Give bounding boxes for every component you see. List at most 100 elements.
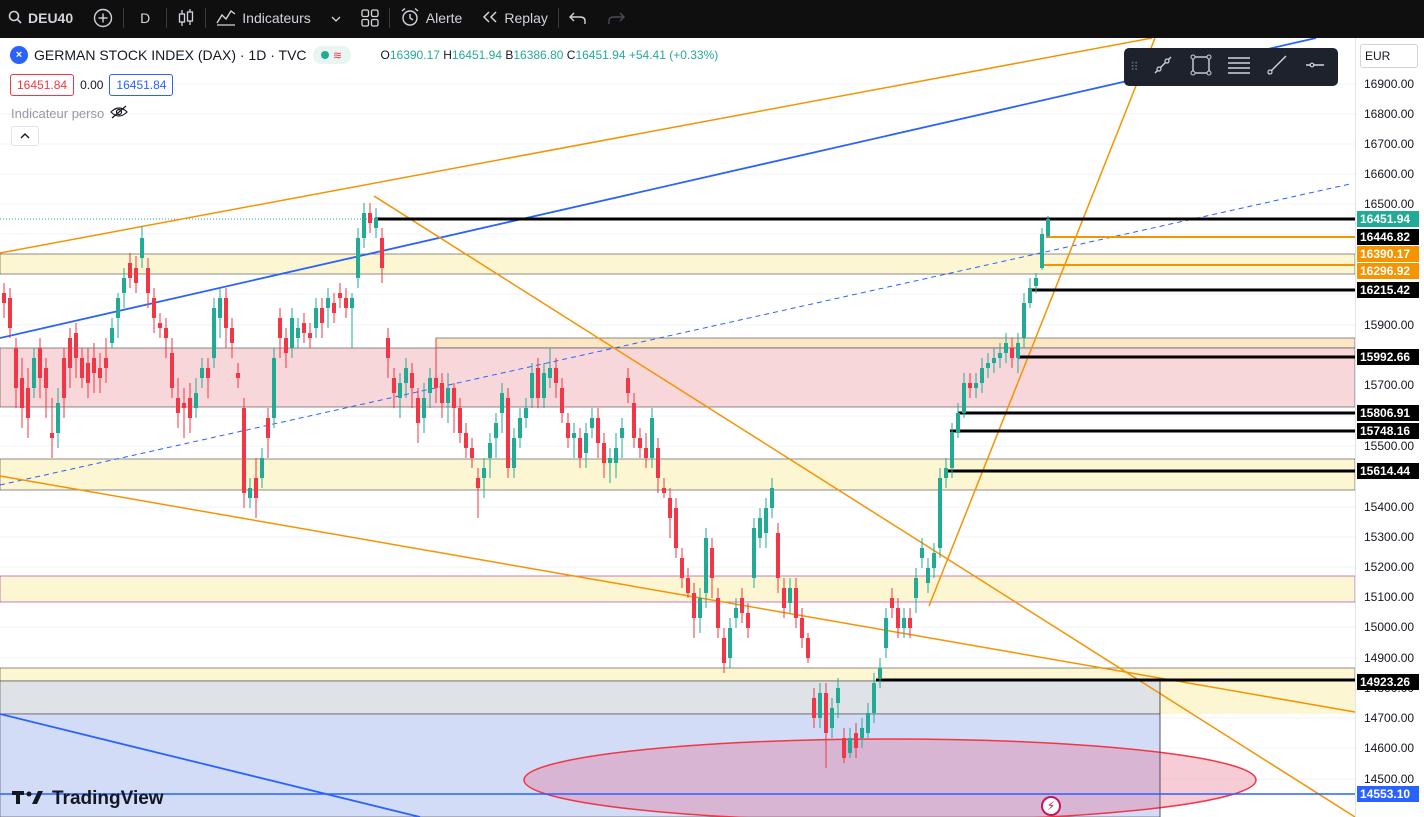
chevron-down-icon [331, 10, 341, 26]
tradingview-watermark[interactable]: TradingView [12, 788, 164, 810]
layouts-button[interactable] [351, 0, 389, 36]
candle-body [404, 368, 408, 383]
close-symbol-icon[interactable]: × [10, 46, 28, 64]
candle-body [98, 368, 102, 378]
sell-button[interactable]: 16451.84 [10, 74, 75, 96]
rectangle-tool[interactable] [1182, 48, 1220, 86]
candle-body [152, 298, 156, 318]
candle-body [890, 598, 894, 608]
candle-body [908, 618, 912, 628]
ellipse-red[interactable] [523, 738, 1257, 817]
chevron-up-icon [20, 129, 30, 143]
candle-body [956, 413, 960, 433]
zone-yellow-mid[interactable] [0, 458, 1355, 491]
indicators-button[interactable]: Indicateurs [206, 0, 320, 36]
alert-button[interactable]: Alerte [390, 0, 473, 36]
price-chart[interactable] [0, 38, 1355, 817]
symbol-label: DEU40 [28, 10, 74, 26]
price-level-label[interactable]: 16390.17 [1357, 246, 1419, 262]
candle-body [668, 498, 672, 518]
redo-button[interactable] [597, 0, 635, 36]
candle-body [368, 213, 372, 223]
currency-dropdown[interactable]: EUR [1360, 44, 1418, 68]
axis-tick-label: 15400.00 [1364, 500, 1415, 514]
trendline-blue-dashed[interactable] [0, 183, 1351, 486]
trendline-blue-upper[interactable] [0, 38, 1317, 339]
candle-body [632, 403, 636, 438]
lightning-icon[interactable]: ⚡ [1041, 796, 1061, 816]
candle-body [110, 328, 114, 343]
collapse-legend-button[interactable] [11, 126, 39, 146]
candle-body [476, 478, 480, 488]
candle-body [422, 398, 426, 418]
drag-handle-icon[interactable]: ⠿ [1130, 60, 1144, 74]
candle-body [752, 528, 756, 578]
axis-tick-label: 15500.00 [1364, 439, 1415, 453]
candle-body [188, 398, 192, 418]
price-level-label[interactable]: 15614.44 [1357, 463, 1419, 479]
candle-body [50, 433, 54, 438]
candle-body [806, 638, 810, 658]
indicators-dropdown[interactable] [321, 0, 351, 36]
bid-ask-panel: 16451.84 0.00 16451.84 [10, 74, 174, 96]
candle-body [74, 333, 78, 358]
high-value: 16451.94 [451, 48, 502, 62]
undo-button[interactable] [559, 0, 597, 36]
trendline-orange-upper[interactable] [0, 38, 1153, 254]
symbol-search-button[interactable]: DEU40 [0, 0, 83, 36]
candle-body [284, 338, 288, 353]
candle-body [794, 588, 798, 618]
ohlc-values: O16390.17 H16451.94 B16386.80 C16451.94 … [381, 48, 719, 62]
candle-body [728, 628, 732, 658]
zone-grey[interactable] [0, 680, 1161, 715]
price-level-label[interactable]: 16296.92 [1357, 263, 1419, 279]
candle-body [692, 593, 696, 618]
candle-body [296, 328, 300, 338]
horizontal-line-tool[interactable] [1296, 48, 1334, 86]
indicator-row[interactable]: Indicateur perso [11, 105, 129, 122]
candle-body [494, 423, 498, 438]
zone-orange-upper[interactable] [435, 337, 1355, 349]
chart-type-button[interactable] [167, 0, 205, 36]
chart-pane[interactable]: × GERMAN STOCK INDEX (DAX) · 1D · TVC ≋ … [0, 38, 1424, 817]
symbol-title[interactable]: GERMAN STOCK INDEX (DAX) · 1D · TVC [34, 47, 307, 63]
price-level-label[interactable]: 14923.26 [1357, 674, 1419, 690]
trendline-orange-steep[interactable] [928, 38, 1156, 607]
candle-body [452, 388, 456, 408]
replay-button[interactable]: Replay [472, 0, 558, 36]
candle-body [764, 508, 768, 533]
price-axis[interactable]: EUR 16900.00 16800.00 16700.00 16600.00 1650… [1355, 38, 1424, 817]
candle-body [992, 358, 996, 363]
ray-tool[interactable] [1258, 48, 1296, 86]
price-level-label[interactable]: 16451.94 [1357, 211, 1419, 227]
axis-tick-label: 15000.00 [1364, 620, 1415, 634]
price-level-label[interactable]: 16215.42 [1357, 282, 1419, 298]
candle-body [818, 693, 822, 718]
black-levels[interactable] [375, 217, 1355, 682]
candle-body [536, 368, 540, 398]
price-level-label[interactable]: 16446.82 [1357, 229, 1419, 245]
candle-body [530, 373, 534, 398]
currency-label: EUR [1365, 49, 1391, 63]
candle-body [164, 328, 168, 338]
chart-legend: × GERMAN STOCK INDEX (DAX) · 1D · TVC ≋ … [10, 46, 718, 64]
candle-body [1040, 234, 1044, 268]
candle-body [812, 698, 816, 718]
plus-circle-icon [93, 8, 113, 28]
zone-yellow-purple[interactable] [0, 575, 1355, 603]
market-status-badge[interactable]: ≋ [312, 46, 351, 64]
candle-body [902, 618, 906, 628]
trend-line-tool[interactable] [1144, 48, 1182, 86]
trend-line-icon [1152, 54, 1174, 81]
price-level-label[interactable]: 15992.66 [1357, 349, 1419, 365]
drawing-toolbar: ⠿ [1124, 48, 1338, 86]
price-level-label[interactable]: 14553.10 [1357, 786, 1419, 802]
eye-crossed-icon[interactable] [110, 105, 129, 122]
candle-body [350, 298, 354, 308]
price-level-label[interactable]: 15806.91 [1357, 405, 1419, 421]
add-symbol-button[interactable] [83, 0, 123, 36]
interval-button[interactable]: D [124, 0, 166, 36]
fib-tool[interactable] [1220, 48, 1258, 86]
buy-button[interactable]: 16451.84 [109, 74, 174, 96]
price-level-label[interactable]: 15748.16 [1357, 423, 1419, 439]
